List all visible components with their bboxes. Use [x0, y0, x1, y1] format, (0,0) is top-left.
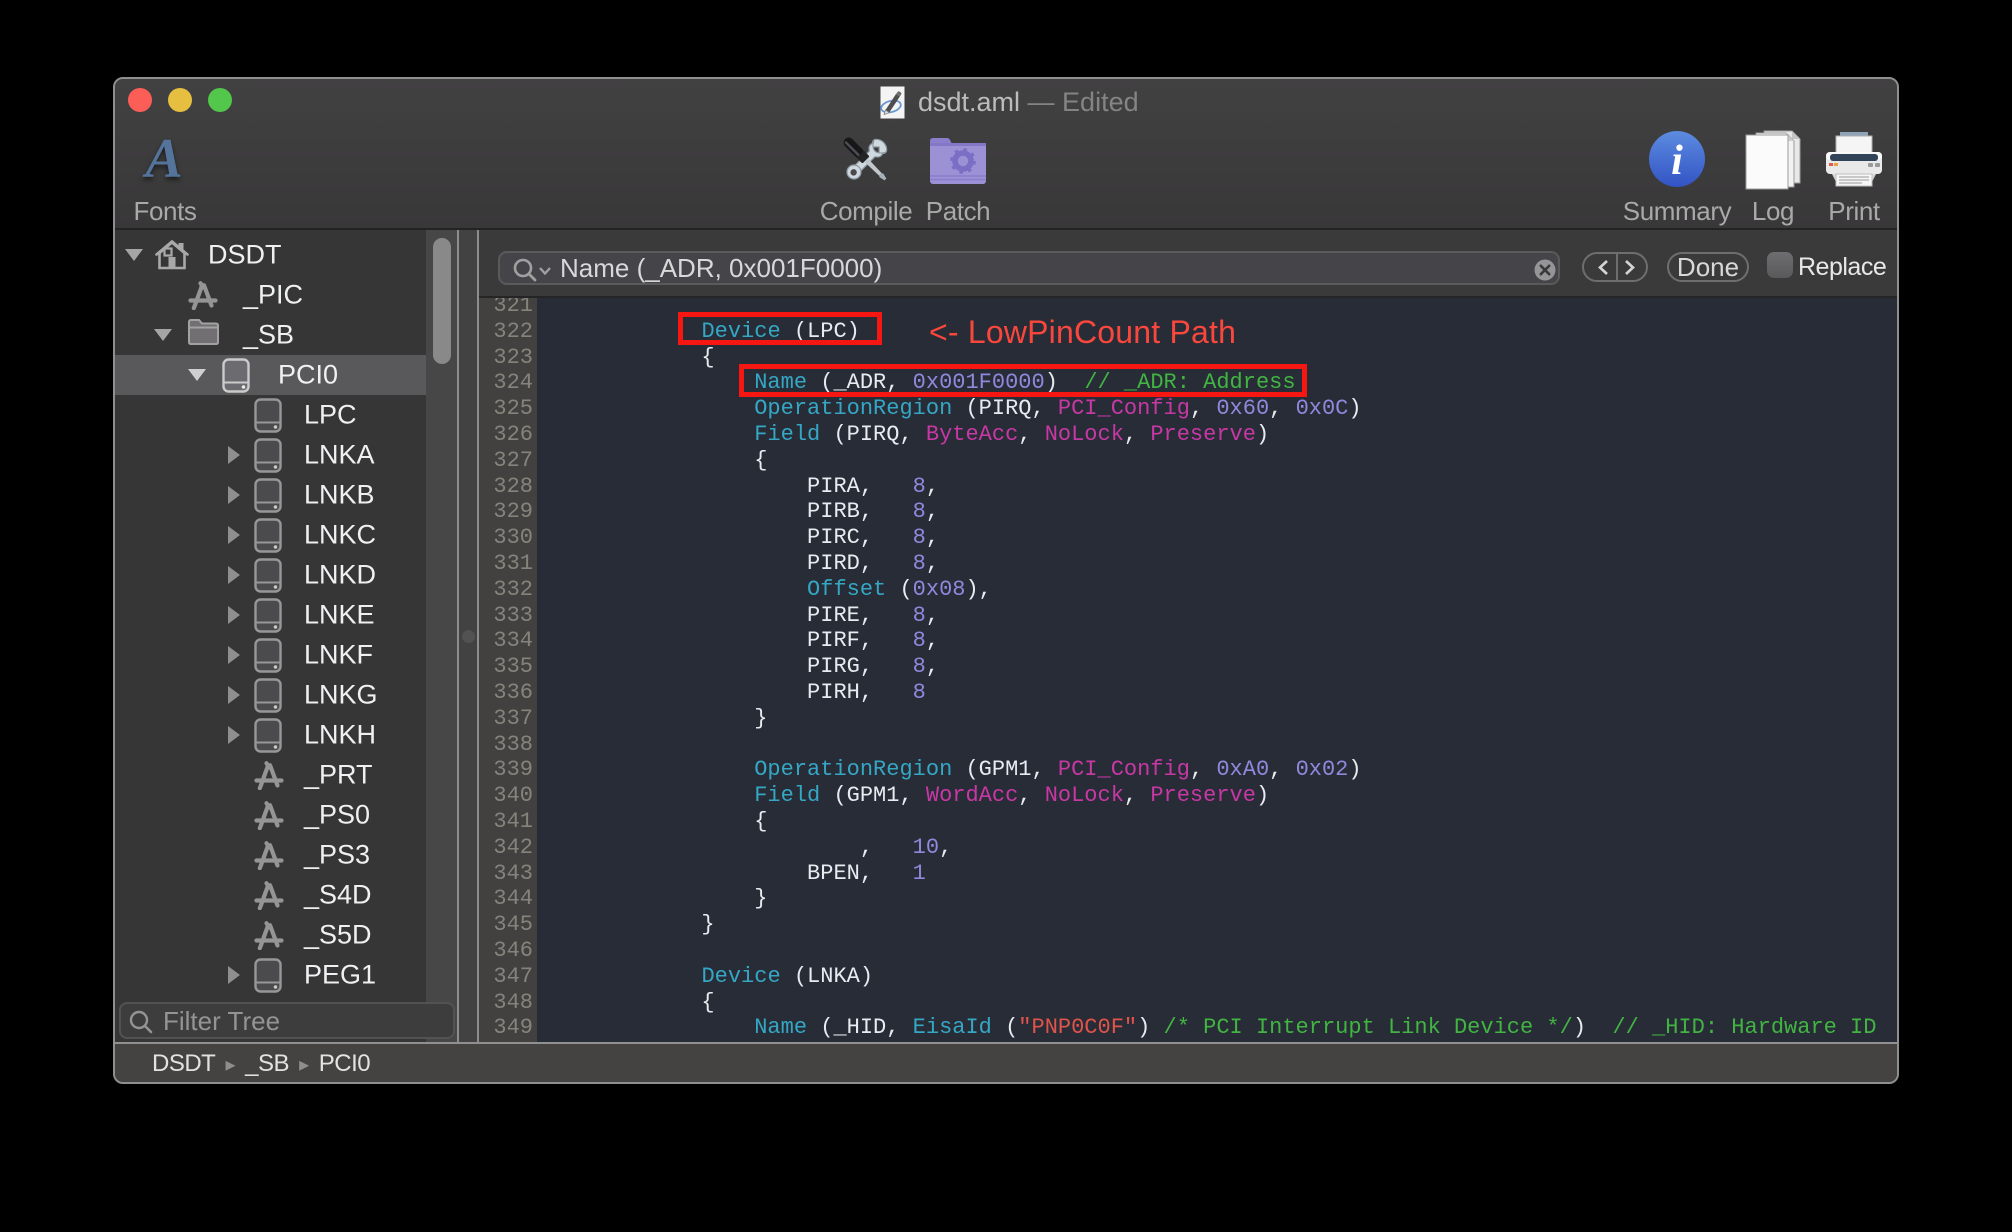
svg-text:i: i: [1671, 138, 1683, 184]
